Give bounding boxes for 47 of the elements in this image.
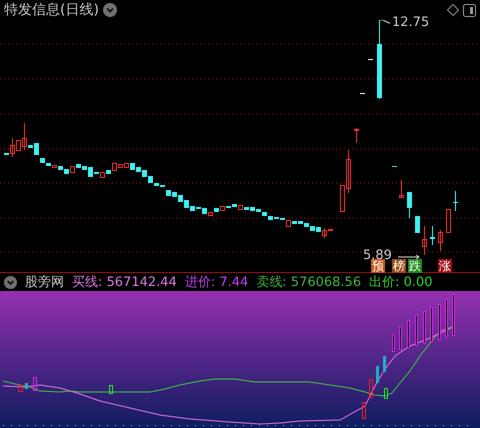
price-tick [368,59,373,60]
chart-title: 特发信息(日线) [4,1,99,20]
indicator-bar [384,388,388,399]
signal-tag: 跌 [408,259,422,273]
indicator-value: 进价: 7.44 [184,274,248,292]
candlestick [399,180,404,198]
indicator-bar [407,320,410,348]
indicator-name: 股旁网 [25,274,64,292]
indicator-bar [399,326,402,350]
indicator-value: 买线: 567142.44 [72,274,177,292]
dropdown-icon[interactable] [102,3,117,17]
indicator-bar [415,315,418,346]
signal-tag: 榜 [392,259,406,273]
indicator-bar [33,377,37,391]
candlestick [392,166,397,167]
diamond-icon[interactable] [447,4,459,16]
candlestick [438,230,443,252]
high-price-label: 12.75 [392,16,430,30]
leader-line [380,20,390,24]
indicator-value: 卖线: 576068.56 [256,274,362,292]
candlestick [446,209,451,233]
indicator-bar [452,294,455,336]
indicator-bar [376,366,379,383]
panel-toggle-icon[interactable] [463,4,476,16]
indicator-bar [438,304,441,340]
indicator-bar [18,385,23,392]
signal-tag: 预 [371,259,385,273]
candlestick [354,128,359,144]
indicator-bar [383,356,386,372]
signal-tag: 涨 [438,259,452,273]
indicator-bar [25,383,28,389]
price-tick [360,93,365,94]
indicator-bar [369,379,373,398]
dropdown-icon[interactable] [4,276,17,288]
candlestick [415,216,420,233]
indicator-bar [109,385,113,394]
arrow-icon [398,254,420,260]
indicator-bar [392,334,395,352]
indicator-bar [362,402,366,419]
indicator-bar [430,307,433,342]
candlestick [430,226,435,246]
indicator-bar [445,299,448,338]
candlestick [407,192,412,218]
indicator-bar [423,311,426,344]
candlestick [422,226,427,256]
candlestick [453,190,458,212]
indicator-value: 出价: 0.00 [369,274,433,292]
